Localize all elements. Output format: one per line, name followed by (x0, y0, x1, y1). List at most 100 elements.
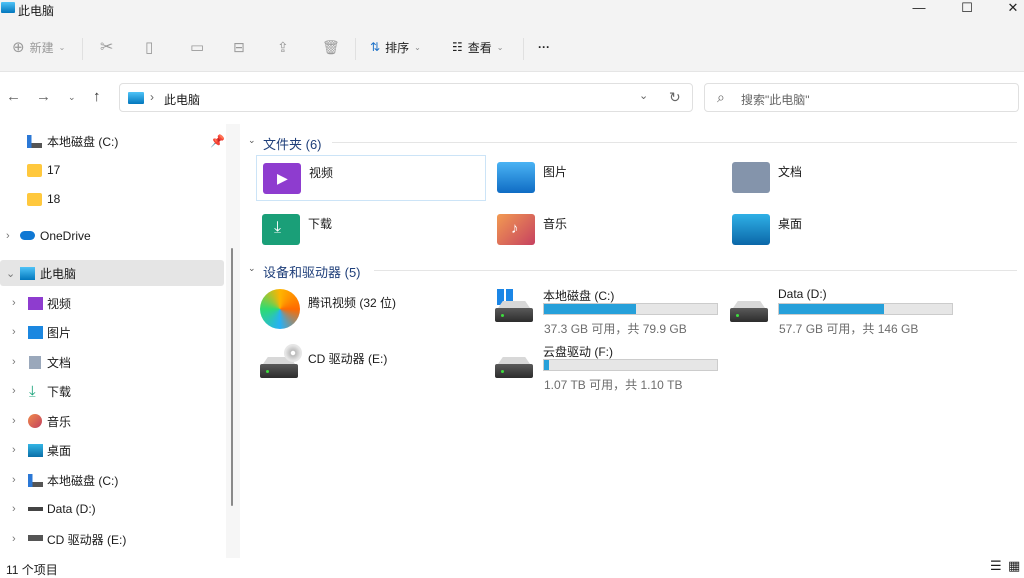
download-icon: ⤓ (29, 382, 36, 400)
drive-icon (495, 308, 533, 322)
sidebar-item-folder[interactable]: 18 (0, 186, 224, 212)
breadcrumb-chevron-icon: › (150, 90, 154, 104)
sort-icon: ⇅ (370, 40, 381, 54)
paste-icon[interactable]: ▭ (190, 34, 204, 60)
computer-icon (128, 92, 144, 104)
sidebar-item-desktop[interactable]: › 桌面 (0, 437, 224, 463)
device-tile-cloud-drive-f[interactable]: 云盘驱动 (F:) 1.07 TB 可用，共 1.10 TB (491, 341, 721, 392)
sidebar-item-cd-drive-e[interactable]: › CD 驱动器 (E:) (0, 526, 224, 552)
tencent-video-icon (260, 289, 300, 329)
breadcrumb[interactable]: 此电脑 (164, 91, 200, 108)
search-box[interactable]: ⌕ 搜索"此电脑" (704, 83, 1019, 112)
desktop-folder-icon (732, 214, 770, 245)
divider (523, 38, 524, 60)
capacity-used-fill (779, 304, 884, 314)
chevron-down-icon: ⌄ (496, 42, 504, 52)
divider (374, 270, 1017, 271)
up-button[interactable]: ↑ (93, 88, 101, 105)
sidebar-item-local-disk-c[interactable]: › 本地磁盘 (C:) (0, 467, 224, 493)
folders-group-header[interactable]: 文件夹 (6) (263, 134, 322, 153)
refresh-icon[interactable]: ↻ (669, 89, 681, 106)
sort-button[interactable]: ⇅ 排序 ⌄ (370, 34, 421, 60)
device-tile-cd-drive-e[interactable]: CD 驱动器 (E:) (256, 341, 486, 387)
view-button[interactable]: ☷ 查看 ⌄ (452, 34, 503, 60)
computer-icon (1, 2, 15, 13)
music-icon (28, 414, 42, 428)
device-tile-local-disk-c[interactable]: 本地磁盘 (C:) 37.3 GB 可用，共 79.9 GB (491, 285, 721, 336)
chevron-down-icon[interactable]: ⌄ (6, 267, 15, 280)
window-title: 此电脑 (18, 4, 55, 18)
drive-icon (28, 473, 43, 487)
navigation-pane: 本地磁盘 (C:) 📌 17 18 › OneDrive ⌄ 此电脑 › 视频 › 图片 … (0, 124, 226, 558)
chevron-right-icon[interactable]: › (6, 230, 10, 242)
folder-icon (27, 192, 42, 206)
sidebar-item-music[interactable]: › 音乐 (0, 408, 224, 434)
close-button[interactable]: ✕ (990, 0, 1024, 16)
forward-button[interactable]: → (36, 88, 51, 105)
maximize-button[interactable]: ☐ (944, 0, 990, 16)
search-input[interactable]: 搜索"此电脑" (741, 91, 810, 108)
chevron-down-icon[interactable]: ⌄ (248, 135, 256, 146)
folder-tile-videos[interactable]: ▶ 视频 (256, 155, 486, 201)
computer-icon (20, 266, 35, 280)
folder-tile-documents[interactable]: 文档 (726, 155, 956, 201)
recent-locations-button[interactable]: ⌄ (68, 92, 76, 103)
folder-icon (27, 163, 42, 177)
drive-icon (28, 507, 43, 511)
sidebar-item-data-d[interactable]: › Data (D:) (0, 496, 224, 522)
pin-icon[interactable]: 📌 (210, 134, 225, 148)
sidebar-item-pictures[interactable]: › 图片 (0, 319, 224, 345)
plus-circle-icon: ⊕ (12, 39, 25, 56)
sidebar-item-local-disk-c[interactable]: 本地磁盘 (C:) 📌 (0, 128, 225, 154)
device-tile-data-d[interactable]: Data (D:) 57.7 GB 可用，共 146 GB (726, 285, 956, 336)
folder-tile-music[interactable]: ♪ 音乐 (491, 207, 721, 253)
rename-icon[interactable]: ⊟ (233, 34, 245, 60)
sidebar-item-this-pc[interactable]: ⌄ 此电脑 (0, 260, 224, 286)
copy-icon[interactable]: ▯ (145, 34, 153, 60)
delete-icon[interactable]: 🗑 (322, 34, 340, 60)
folder-tile-desktop[interactable]: 桌面 (726, 207, 956, 253)
sidebar-item-documents[interactable]: › 文档 (0, 349, 224, 375)
divider (355, 38, 356, 60)
new-label: 新建 (29, 40, 54, 55)
share-icon[interactable]: ⇪ (277, 34, 289, 60)
sidebar-scrollbar[interactable] (226, 124, 240, 558)
drive-icon (495, 364, 533, 378)
drive-icon (27, 134, 42, 148)
tiles-view-icon[interactable]: ▦ (1008, 558, 1020, 574)
drive-icon (730, 308, 768, 322)
cut-icon[interactable]: ✂ (100, 34, 113, 60)
music-folder-icon: ♪ (497, 214, 535, 245)
sort-label: 排序 (385, 40, 410, 55)
new-button[interactable]: ⊕ 新建 ⌄ (12, 34, 65, 60)
device-tile-tencent-video[interactable]: 腾讯视频 (32 位) (256, 285, 486, 331)
chevron-down-icon[interactable]: ⌄ (248, 263, 256, 274)
devices-group-header[interactable]: 设备和驱动器 (5) (263, 262, 361, 281)
desktop-icon (28, 443, 43, 457)
view-label: 查看 (467, 40, 492, 55)
status-bar: 11 个项目 ☰ ▦ (0, 558, 1024, 577)
folder-tile-pictures[interactable]: 图片 (491, 155, 721, 201)
sidebar-item-folder[interactable]: 17 (0, 157, 224, 183)
cd-drive-icon (260, 364, 298, 378)
folder-tile-downloads[interactable]: ⤓ 下载 (256, 207, 486, 253)
chevron-down-icon: ⌄ (58, 42, 66, 52)
details-view-icon[interactable]: ☰ (990, 558, 1002, 574)
address-dropdown-icon[interactable]: ⌄ (639, 89, 648, 102)
sidebar-item-videos[interactable]: › 视频 (0, 290, 224, 316)
document-folder-icon (732, 162, 770, 193)
minimize-button[interactable]: — (896, 0, 942, 16)
address-bar[interactable]: › 此电脑 ⌄ ↻ (119, 83, 693, 112)
capacity-bar (778, 303, 953, 315)
title-and-toolbar: 此电脑 — ☐ ✕ ⊕ 新建 ⌄ ✂ ▯ ▭ ⊟ ⇪ 🗑 ⇅ 排序 ⌄ ☷ 查看 ⌄ ··· (0, 0, 1024, 72)
sidebar-item-downloads[interactable]: › ⤓ 下载 (0, 378, 224, 404)
download-folder-icon: ⤓ (262, 214, 300, 245)
disc-icon (284, 344, 302, 362)
capacity-bar (543, 359, 718, 371)
more-button[interactable]: ··· (538, 34, 550, 60)
scrollbar-thumb[interactable] (231, 248, 233, 506)
sidebar-item-onedrive[interactable]: › OneDrive (0, 223, 224, 249)
back-button[interactable]: ← (6, 88, 21, 105)
picture-folder-icon (497, 162, 535, 193)
divider (332, 142, 1017, 143)
